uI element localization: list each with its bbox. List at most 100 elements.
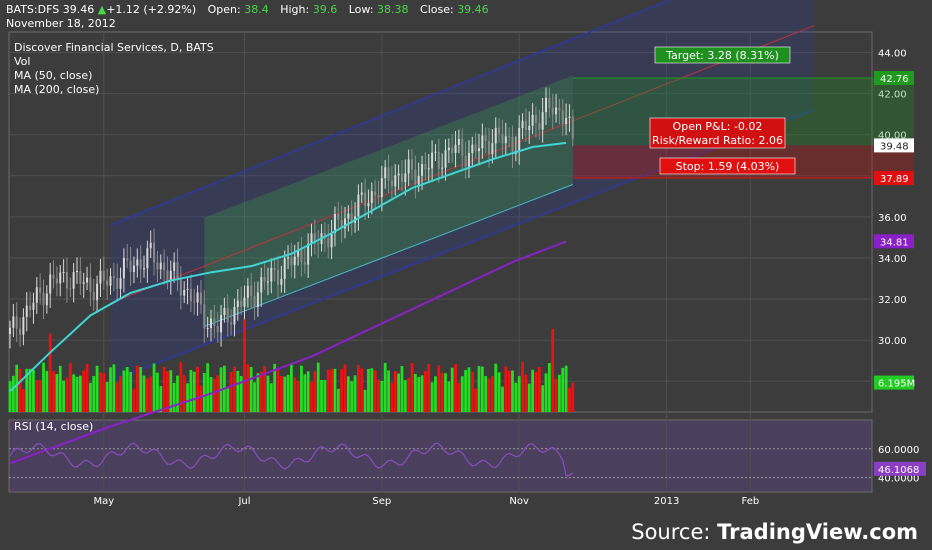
candle-body bbox=[441, 167, 444, 169]
candle-body bbox=[19, 328, 22, 335]
volume-bar bbox=[95, 365, 99, 412]
volume-bar bbox=[109, 367, 112, 412]
candle-body bbox=[384, 167, 387, 179]
volume-bar bbox=[38, 380, 42, 412]
volume-bar bbox=[521, 362, 524, 412]
candle-body bbox=[531, 114, 534, 126]
candle-body bbox=[149, 242, 152, 249]
candle-body bbox=[277, 269, 279, 285]
volume-bar bbox=[8, 381, 12, 412]
volume-bar bbox=[460, 376, 464, 412]
volume-bar bbox=[176, 375, 179, 412]
volume-bar bbox=[85, 363, 89, 412]
candle-body bbox=[59, 272, 62, 284]
candle-body bbox=[417, 175, 420, 185]
candle-body bbox=[400, 173, 403, 183]
candle-body bbox=[280, 278, 283, 285]
candle-body bbox=[49, 274, 52, 294]
candle-body bbox=[176, 262, 179, 280]
y-tick-label: 34.00 bbox=[878, 254, 907, 265]
candle-body bbox=[528, 125, 531, 131]
candle-body bbox=[300, 249, 303, 263]
volume-bar bbox=[491, 376, 494, 412]
y-tick-label: 30.00 bbox=[878, 336, 907, 347]
candle-body bbox=[283, 258, 286, 279]
candle-body bbox=[434, 151, 437, 153]
volume-bar bbox=[571, 382, 575, 412]
candle-body bbox=[457, 139, 460, 145]
candle-body bbox=[555, 107, 558, 115]
volume-bar bbox=[450, 367, 454, 412]
candle-body bbox=[116, 277, 119, 289]
volume-bar bbox=[189, 369, 193, 412]
volume-bar bbox=[554, 378, 558, 412]
volume-bar bbox=[196, 366, 199, 412]
candle-body bbox=[122, 257, 125, 279]
candle-body bbox=[498, 127, 501, 134]
candle-body bbox=[548, 97, 551, 108]
volume-bar bbox=[119, 376, 122, 412]
candle-body bbox=[421, 164, 424, 176]
volume-bar bbox=[377, 379, 380, 412]
low-label: Low: bbox=[348, 3, 374, 16]
volume-bar bbox=[370, 368, 374, 412]
volume-bar bbox=[105, 381, 109, 412]
candle-body bbox=[444, 150, 447, 168]
legend-ma200: MA (200, close) bbox=[14, 83, 99, 96]
volume-bar bbox=[537, 366, 541, 412]
candle-body bbox=[451, 147, 454, 153]
volume-bar bbox=[32, 369, 35, 412]
candle-body bbox=[136, 259, 139, 266]
volume-bar bbox=[467, 367, 471, 412]
volume-bar bbox=[434, 376, 437, 412]
candle-body bbox=[163, 262, 166, 271]
volume-bar bbox=[256, 373, 260, 412]
volume-bar bbox=[18, 368, 22, 412]
candle-body bbox=[29, 305, 32, 310]
volume-bar bbox=[99, 372, 102, 412]
candle-body bbox=[478, 148, 480, 152]
candle-body bbox=[102, 270, 105, 281]
price-tag-text: 42.76 bbox=[880, 74, 909, 85]
last-price: 39.46 bbox=[62, 3, 95, 16]
rsi-tick-label: 60.0000 bbox=[878, 445, 919, 456]
symbol-header: BATS:DFS 39.46 ▲+1.12 (+2.92%) Open: 38.… bbox=[6, 3, 489, 16]
candle-body bbox=[109, 276, 112, 286]
volume-bar bbox=[507, 370, 511, 412]
volume-bar bbox=[424, 371, 427, 412]
volume-bar bbox=[561, 367, 565, 412]
volume-bar bbox=[122, 370, 126, 412]
candle-body bbox=[243, 297, 246, 307]
price-tag-text: 39.48 bbox=[880, 141, 909, 152]
candle-body bbox=[132, 265, 135, 272]
candle-body bbox=[424, 164, 427, 170]
legend-title: Discover Financial Services, D, BATS bbox=[14, 41, 214, 54]
candle-body bbox=[538, 123, 541, 130]
volume-bar bbox=[504, 366, 508, 412]
candle-body bbox=[524, 120, 527, 131]
volume-bar bbox=[42, 362, 45, 412]
volume-bar bbox=[380, 380, 384, 412]
candle-body bbox=[186, 288, 189, 291]
symbol-name[interactable]: BATS:DFS bbox=[6, 3, 59, 16]
candle-body bbox=[206, 328, 209, 330]
volume-bar bbox=[517, 376, 521, 412]
volume-bar bbox=[568, 387, 571, 412]
candle-body bbox=[337, 214, 340, 220]
candle-body bbox=[143, 268, 145, 270]
volume-bar bbox=[236, 370, 240, 412]
volume-bar bbox=[470, 371, 474, 412]
volume-bar bbox=[477, 366, 481, 412]
candle-body bbox=[226, 308, 229, 323]
candle-body bbox=[193, 301, 196, 303]
volume-bar bbox=[487, 378, 491, 412]
candle-body bbox=[541, 112, 544, 130]
chart-svg[interactable]: 44.0042.0040.0038.0036.0034.0032.0030.00… bbox=[0, 0, 932, 550]
volume-bar bbox=[249, 366, 253, 412]
candle-body bbox=[86, 277, 89, 283]
candle-body bbox=[360, 192, 363, 195]
candle-body bbox=[293, 256, 296, 266]
volume-bar bbox=[447, 381, 451, 412]
volume-bar bbox=[474, 388, 478, 412]
candle-body bbox=[273, 267, 276, 270]
